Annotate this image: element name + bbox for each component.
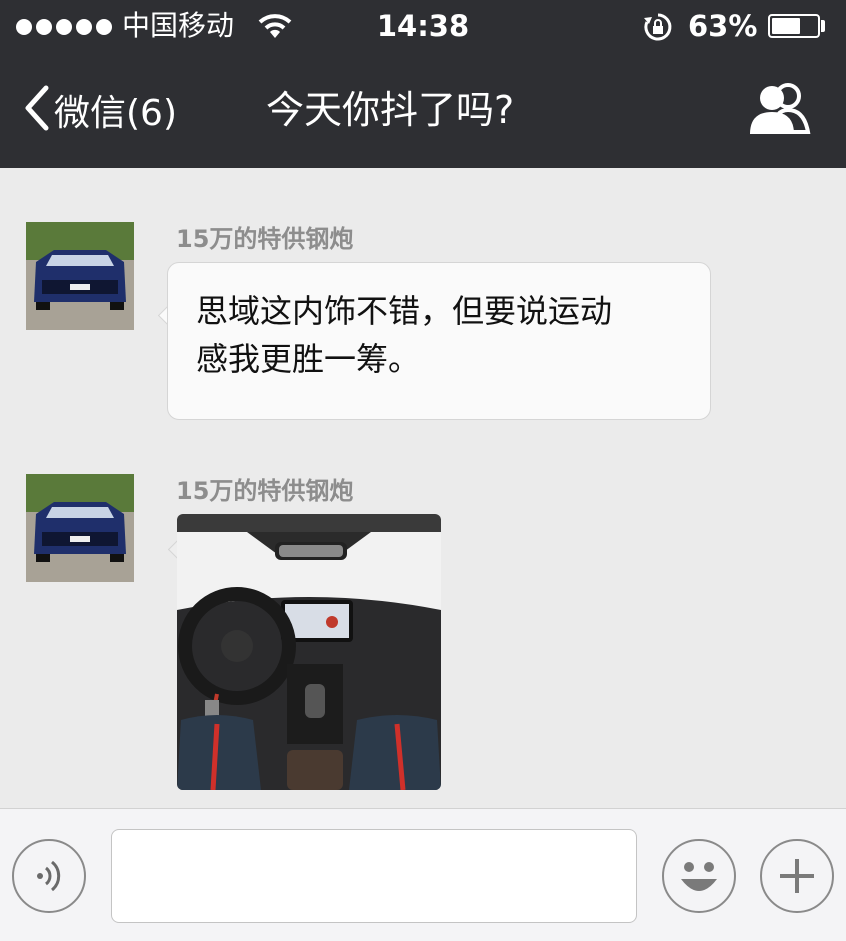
battery-icon: [768, 14, 820, 38]
contacts-icon: [750, 83, 811, 134]
message-image-car-interior[interactable]: [177, 514, 441, 790]
voice-icon: [37, 860, 61, 892]
chat-title: 今天你抖了吗?: [266, 88, 515, 132]
avatar[interactable]: [26, 222, 134, 330]
top-bar: 中国移动 14:38 63% 微信(6) 今天你抖了吗?: [0, 0, 846, 168]
message-text-line: 感我更胜一筹。: [196, 340, 421, 378]
sender-name: 15万的特供钢炮: [176, 477, 354, 505]
chat-members-button[interactable]: [744, 80, 816, 140]
chevron-left-icon: [22, 85, 52, 135]
emoji-icon: [681, 862, 717, 891]
battery-nub: [821, 20, 825, 32]
message-text-line: 思域这内饰不错，但要说运动: [196, 292, 613, 330]
avatar[interactable]: [26, 474, 134, 582]
more-button[interactable]: [760, 839, 834, 913]
emoji-button[interactable]: [662, 839, 736, 913]
back-label: 微信(6): [54, 93, 177, 134]
sender-name: 15万的特供钢炮: [176, 225, 354, 253]
rotation-lock-icon: [643, 12, 673, 46]
plus-icon: [780, 859, 814, 893]
status-bar: 中国移动 14:38 63%: [0, 0, 846, 52]
voice-input-button[interactable]: [12, 839, 86, 913]
message-input[interactable]: [111, 829, 637, 923]
battery-percent: 63%: [688, 9, 758, 43]
input-bar: [0, 808, 846, 941]
back-button[interactable]: 微信(6): [22, 82, 177, 138]
message-bubble[interactable]: 思域这内饰不错，但要说运动 感我更胜一筹。: [167, 262, 711, 420]
